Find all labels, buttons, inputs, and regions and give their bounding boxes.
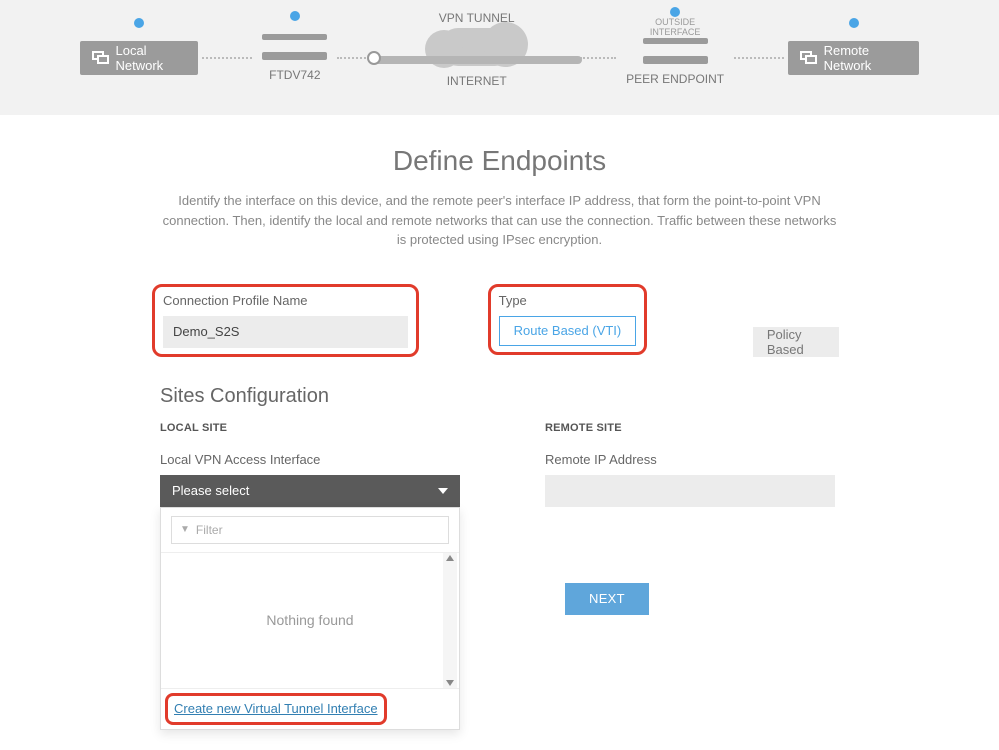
remote-network-label: Remote Network xyxy=(824,43,907,73)
create-vti-link[interactable]: Create new Virtual Tunnel Interface xyxy=(174,701,378,716)
peer-endpoint-label: PEER ENDPOINT xyxy=(626,72,724,86)
remote-ip-input[interactable] xyxy=(545,475,835,507)
vpn-tunnel-block: VPN TUNNEL INTERNET xyxy=(385,28,568,88)
scrollbar[interactable] xyxy=(443,553,457,688)
page-title: Define Endpoints xyxy=(160,145,839,177)
select-placeholder: Please select xyxy=(172,483,249,498)
type-route-based-button[interactable]: Route Based (VTI) xyxy=(499,316,637,346)
sites-config-heading: Sites Configuration xyxy=(160,385,839,408)
chevron-down-icon xyxy=(438,488,448,494)
local-network-box: Local Network xyxy=(80,41,198,75)
connector-line xyxy=(202,57,252,59)
local-iface-dropdown: ▼ Filter Nothing found Create new Virtua… xyxy=(160,507,460,730)
type-label: Type xyxy=(499,293,637,308)
profile-name-label: Connection Profile Name xyxy=(163,293,408,308)
peer-device: OUTSIDE INTERFACE PEER ENDPOINT xyxy=(626,30,724,86)
ftd-device: FTDV742 xyxy=(262,34,327,82)
network-icon xyxy=(92,51,107,65)
page-subtitle: Identify the interface on this device, a… xyxy=(160,191,839,250)
type-highlight: Type Route Based (VTI) xyxy=(488,284,648,355)
connector-line xyxy=(734,57,784,59)
filter-icon: ▼ xyxy=(180,524,190,535)
type-policy-based-button[interactable]: Policy Based xyxy=(753,327,839,357)
local-iface-select[interactable]: Please select xyxy=(160,475,460,507)
topology-diagram: Local Network FTDV742 VPN TUNNEL INTERNE… xyxy=(0,0,999,115)
remote-network-box: Remote Network xyxy=(788,41,919,75)
tunnel-bar xyxy=(372,56,582,64)
status-dot xyxy=(670,7,680,17)
network-icon xyxy=(800,51,816,65)
remote-site-label: REMOTE SITE xyxy=(545,422,835,434)
dropdown-filter-input[interactable]: ▼ Filter xyxy=(171,516,449,544)
internet-label: INTERNET xyxy=(447,74,507,88)
create-vti-highlight: Create new Virtual Tunnel Interface xyxy=(165,693,387,725)
local-site-label: LOCAL SITE xyxy=(160,422,460,434)
status-dot xyxy=(134,18,144,28)
status-dot xyxy=(290,11,300,21)
next-button[interactable]: NEXT xyxy=(565,583,649,615)
ftd-label: FTDV742 xyxy=(269,68,320,82)
local-network-label: Local Network xyxy=(115,43,186,73)
connector-line xyxy=(580,57,616,59)
dropdown-empty-text: Nothing found xyxy=(266,612,353,628)
status-dot xyxy=(849,18,859,28)
profile-name-highlight: Connection Profile Name xyxy=(152,284,419,357)
filter-placeholder: Filter xyxy=(196,523,223,537)
remote-ip-label: Remote IP Address xyxy=(545,452,835,467)
local-iface-label: Local VPN Access Interface xyxy=(160,452,460,467)
profile-name-input[interactable] xyxy=(163,316,408,348)
